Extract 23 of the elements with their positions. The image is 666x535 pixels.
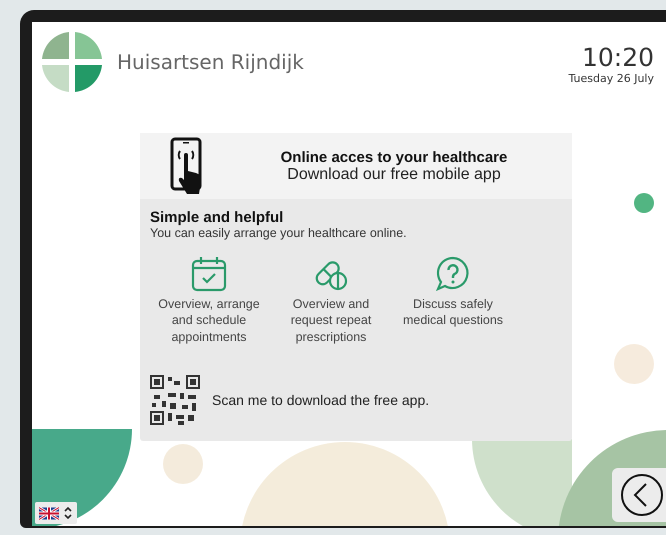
practice-name: Huisartsen Rijndijk bbox=[117, 50, 304, 74]
chevron-updown-icon bbox=[63, 505, 73, 521]
card-subtitle: Download our free mobile app bbox=[287, 166, 501, 184]
feature-label: Discuss safely medical questions bbox=[402, 296, 504, 328]
flag-icon bbox=[39, 506, 59, 520]
card-title: Online acces to your healthcare bbox=[280, 148, 508, 166]
feature-label: Overview, arrange and schedule appointments bbox=[157, 296, 261, 345]
clock-time: 10:20 bbox=[582, 43, 654, 72]
decorative-circle bbox=[614, 344, 654, 384]
qr-code-icon bbox=[150, 374, 200, 425]
logo-icon bbox=[42, 32, 102, 92]
section-intro: You can easily arrange your healthcare online. bbox=[150, 226, 408, 240]
feature-label: Overview and request repeat prescriptions bbox=[290, 296, 372, 345]
calendar-check-icon bbox=[191, 256, 227, 292]
phone-tap-icon bbox=[170, 137, 204, 195]
clock-date: Tuesday 26 July bbox=[568, 72, 654, 85]
back-button[interactable] bbox=[612, 468, 666, 522]
question-bubble-icon bbox=[435, 256, 471, 292]
decorative-dot bbox=[634, 193, 654, 213]
section-heading: Simple and helpful bbox=[150, 209, 284, 226]
qr-caption: Scan me to download the free app. bbox=[212, 392, 430, 408]
decorative-circle bbox=[163, 444, 203, 484]
language-selector[interactable] bbox=[35, 502, 77, 524]
